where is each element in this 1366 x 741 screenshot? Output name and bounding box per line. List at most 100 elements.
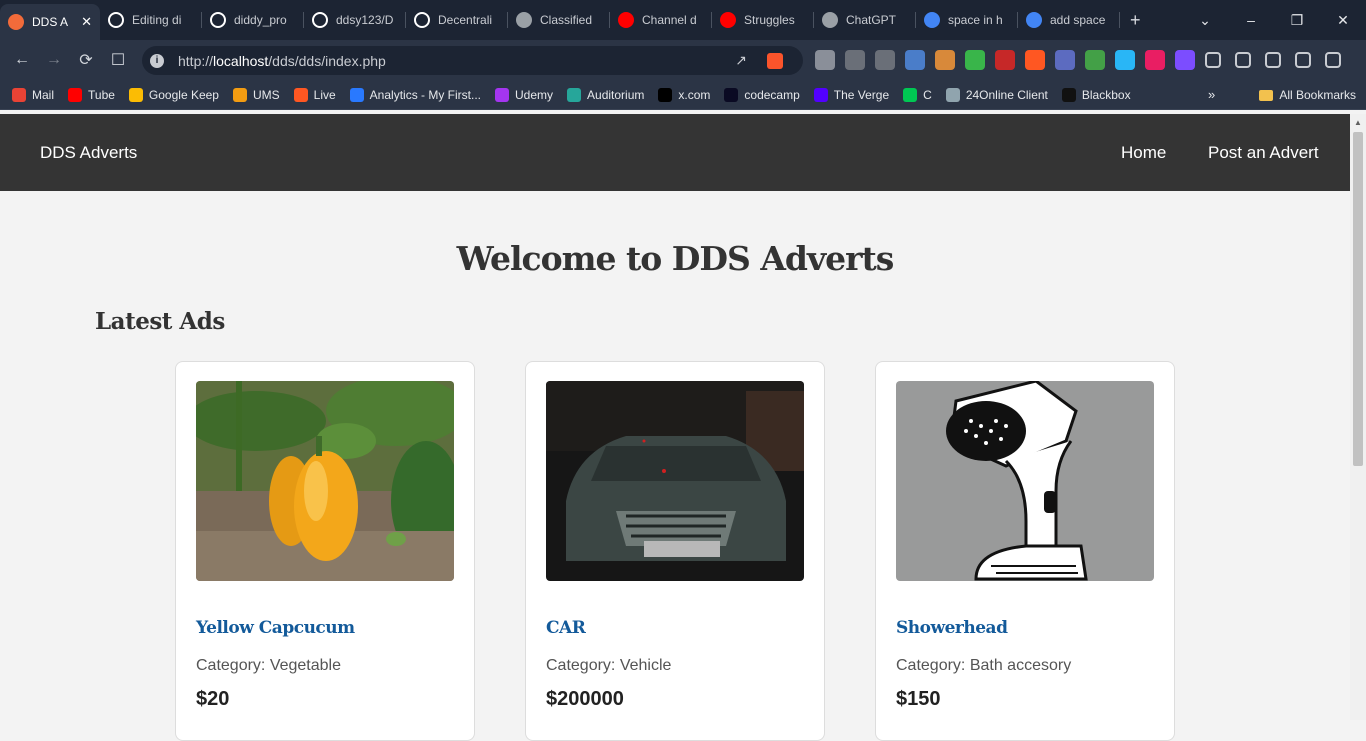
extension-icon[interactable]	[1175, 50, 1195, 70]
ad-title-link[interactable]: CAR	[546, 618, 586, 638]
bookmark-favicon-icon	[293, 87, 308, 102]
bookmark-favicon-icon	[813, 87, 828, 102]
extension-icon[interactable]	[845, 50, 865, 70]
showerhead-drawing[interactable]	[896, 381, 1154, 581]
site-brand[interactable]: DDS Adverts	[40, 143, 137, 163]
incognito-icon[interactable]	[815, 50, 835, 70]
page-scrollbar[interactable]: ▲	[1350, 114, 1366, 720]
ad-title-link[interactable]: Yellow Capcucum	[196, 618, 355, 638]
all-bookmarks-label: All Bookmarks	[1279, 88, 1356, 102]
ad-price: $20	[196, 688, 230, 710]
ad-card[interactable]: Showerhead Category: Bath accesory $150	[875, 361, 1175, 741]
translate-icon[interactable]	[905, 50, 925, 70]
browser-tab[interactable]: Classified	[508, 0, 610, 40]
all-bookmarks-folder[interactable]: All Bookmarks	[1259, 80, 1356, 110]
bookmark-favicon-icon	[945, 87, 960, 102]
url-text[interactable]: http://localhost/dds/dds/index.php	[178, 53, 386, 69]
ad-title-link[interactable]: Showerhead	[896, 618, 1008, 638]
bookmark-item[interactable]: 24Online Client	[945, 87, 1048, 102]
browser-tab[interactable]: add space	[1018, 0, 1120, 40]
browser-tab[interactable]: Channel d	[610, 0, 712, 40]
sidebar-icon[interactable]	[1265, 52, 1281, 68]
pepper-photo[interactable]	[196, 381, 454, 581]
github-icon	[312, 12, 328, 28]
folder-icon	[1259, 89, 1274, 101]
tab-title: DDS A	[32, 15, 69, 29]
menu-icon[interactable]	[1325, 52, 1341, 68]
browser-tab[interactable]: Decentrali	[406, 0, 508, 40]
browser-tab[interactable]: DDS A ✕	[0, 4, 100, 40]
nav-post-advert-link[interactable]: Post an Advert	[1208, 143, 1319, 163]
brave-shield-icon[interactable]	[767, 52, 783, 69]
bookmark-icon[interactable]: ☐	[102, 50, 134, 70]
extension-icon[interactable]	[875, 50, 895, 70]
bookmark-item[interactable]: Analytics - My First...	[349, 87, 481, 102]
browser-tab[interactable]: ddsy123/D	[304, 0, 406, 40]
bookmark-item[interactable]: The Verge	[813, 87, 890, 102]
chatgpt-icon	[516, 12, 532, 28]
bookmark-item[interactable]: C	[903, 87, 932, 102]
extension-icon[interactable]	[965, 50, 985, 70]
bookmark-favicon-icon	[495, 87, 510, 102]
browser-tab[interactable]: Struggles	[712, 0, 814, 40]
tab-search-icon[interactable]: ⌄	[1182, 12, 1228, 29]
forward-icon[interactable]: →	[38, 51, 70, 69]
scroll-up-icon[interactable]: ▲	[1354, 118, 1362, 127]
bookmark-item[interactable]: x.com	[658, 87, 710, 102]
bookmark-item[interactable]: Google Keep	[128, 87, 219, 102]
ad-card[interactable]: Yellow Capcucum Category: Vegetable $20	[175, 361, 475, 741]
browser-tab[interactable]: Editing di	[100, 0, 202, 40]
bookmark-label: Auditorium	[587, 87, 645, 102]
bookmark-item[interactable]: Udemy	[495, 87, 553, 102]
site-info-icon[interactable]: i	[150, 53, 164, 68]
bookmark-item[interactable]: Live	[293, 87, 336, 102]
bookmark-item[interactable]: Blackbox	[1061, 87, 1131, 102]
extension-icon[interactable]	[935, 50, 955, 70]
bookmark-item[interactable]: Tube	[68, 87, 115, 102]
bookmark-item[interactable]: Auditorium	[567, 87, 645, 102]
bookmark-item[interactable]: UMS	[232, 87, 280, 102]
minimize-button[interactable]: –	[1228, 12, 1274, 28]
dds-favicon	[8, 14, 24, 30]
ublock-icon[interactable]	[995, 50, 1015, 70]
youtube-icon	[618, 12, 634, 28]
ad-card[interactable]: CAR Category: Vehicle $200000	[525, 361, 825, 741]
url-bar[interactable]: i http://localhost/dds/dds/index.php ↗	[142, 46, 803, 75]
more-bookmarks-icon[interactable]: »	[1208, 87, 1215, 102]
bookmark-item[interactable]: codecamp	[724, 87, 800, 102]
back-icon[interactable]: ←	[6, 51, 38, 69]
puzzle-icon[interactable]	[1205, 52, 1221, 68]
close-window-button[interactable]: ✕	[1320, 12, 1366, 29]
extension-icon[interactable]	[1055, 50, 1075, 70]
tab-title: Editing di	[132, 13, 182, 27]
scrollbar-thumb[interactable]	[1353, 132, 1363, 466]
tab-title: Classified	[540, 13, 593, 27]
browser-tab[interactable]: ChatGPT	[814, 0, 916, 40]
bookmark-label: Mail	[32, 87, 55, 102]
extension-icon[interactable]	[1145, 50, 1165, 70]
bookmark-favicon-icon	[1061, 87, 1076, 102]
bookmarks-bar: Mail Tube Google Keep UMS Live Analytics - My…	[0, 80, 1366, 110]
screenshot-icon[interactable]	[1115, 50, 1135, 70]
new-tab-button[interactable]: +	[1130, 10, 1154, 31]
car-photo[interactable]	[546, 381, 804, 581]
ad-category: Category: Vegetable	[196, 657, 341, 674]
bookmark-item[interactable]: Mail	[12, 87, 55, 102]
bookmark-label: The Verge	[833, 87, 890, 102]
bookmark-favicon-icon	[349, 87, 364, 102]
nav-home-link[interactable]: Home	[1121, 143, 1166, 163]
download-icon[interactable]	[1235, 52, 1251, 68]
browser-tab[interactable]: diddy_pro	[202, 0, 304, 40]
chatgpt-icon	[822, 12, 838, 28]
sparkle-icon[interactable]	[1295, 52, 1311, 68]
restore-button[interactable]: ❐	[1274, 12, 1320, 29]
browser-tab[interactable]: space in h	[916, 0, 1018, 40]
close-tab-icon[interactable]: ✕	[81, 14, 92, 30]
reload-icon[interactable]: ⟳	[70, 50, 102, 70]
grammarly-icon[interactable]	[1085, 50, 1105, 70]
extension-icon[interactable]	[1025, 50, 1045, 70]
share-icon[interactable]: ↗	[735, 52, 747, 69]
github-icon	[210, 12, 226, 28]
tab-title: space in h	[948, 13, 1003, 27]
google-icon	[924, 12, 940, 28]
